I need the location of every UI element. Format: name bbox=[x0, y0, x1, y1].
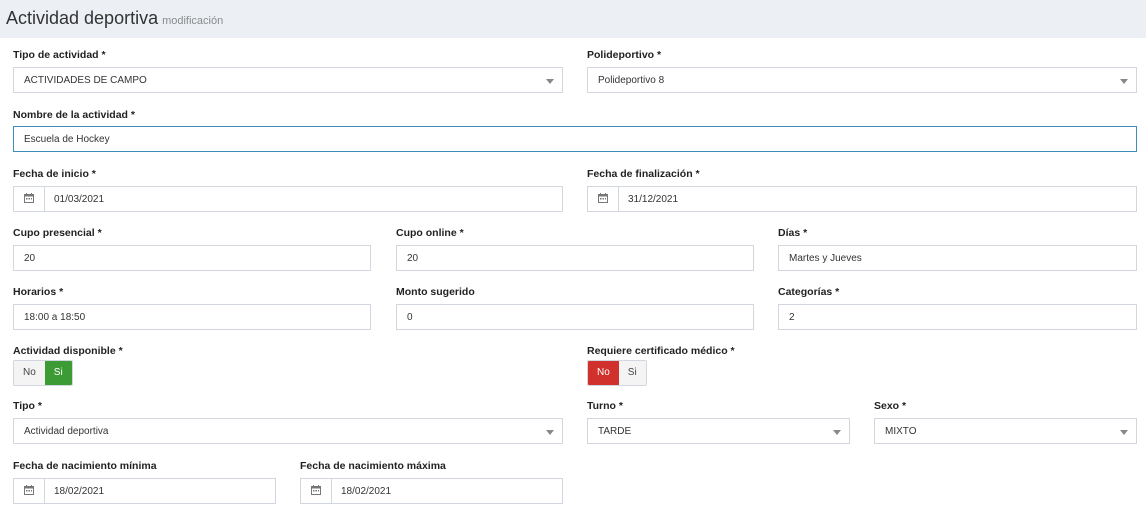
page-subtitle: modificación bbox=[162, 15, 224, 27]
monto-label: Monto sugerido bbox=[396, 286, 475, 298]
dias-input[interactable]: Martes y Jueves bbox=[778, 245, 1137, 271]
monto-value: 0 bbox=[407, 312, 413, 323]
page-title-text: Actividad deportiva bbox=[6, 8, 159, 28]
cupo-presencial-input[interactable]: 20 bbox=[13, 245, 371, 271]
tipo-actividad-select[interactable]: ACTIVIDADES DE CAMPO bbox=[13, 67, 563, 93]
polideportivo-select[interactable]: Polideportivo 8 bbox=[587, 67, 1137, 93]
nac-max-addon bbox=[301, 479, 332, 503]
certificado-label: Requiere certificado médico * bbox=[587, 345, 735, 357]
nac-max-value: 18/02/2021 bbox=[341, 486, 392, 497]
fecha-inicio-value: 01/03/2021 bbox=[54, 194, 105, 205]
nombre-input[interactable]: Escuela de Hockey bbox=[13, 126, 1137, 152]
fecha-fin-value: 31/12/2021 bbox=[628, 194, 679, 205]
disponible-toggle[interactable]: No Si bbox=[13, 360, 73, 386]
nac-min-input[interactable]: 18/02/2021 bbox=[13, 478, 276, 504]
disponible-si-button[interactable]: Si bbox=[44, 361, 72, 385]
categorias-input[interactable]: 2 bbox=[778, 304, 1137, 330]
cupo-presencial-value: 20 bbox=[24, 253, 36, 264]
chevron-down-icon bbox=[1120, 79, 1128, 84]
nac-min-value: 18/02/2021 bbox=[54, 486, 105, 497]
certificado-no-button[interactable]: No bbox=[588, 361, 619, 385]
horarios-input[interactable]: 18:00 a 18:50 bbox=[13, 304, 371, 330]
horarios-value: 18:00 a 18:50 bbox=[24, 312, 86, 323]
fecha-fin-input[interactable]: 31/12/2021 bbox=[587, 186, 1137, 212]
categorias-label: Categorías * bbox=[778, 286, 840, 298]
tipo-actividad-value: ACTIVIDADES DE CAMPO bbox=[24, 75, 147, 86]
categorias-value: 2 bbox=[789, 312, 795, 323]
nombre-value: Escuela de Hockey bbox=[24, 134, 110, 145]
fecha-inicio-addon bbox=[14, 187, 45, 211]
tipo-actividad-label: Tipo de actividad * bbox=[13, 49, 106, 61]
dias-label: Días * bbox=[778, 227, 808, 239]
calendar-icon bbox=[24, 193, 34, 203]
calendar-icon bbox=[24, 485, 34, 495]
polideportivo-label: Polideportivo * bbox=[587, 49, 662, 61]
fecha-fin-label: Fecha de finalización * bbox=[587, 168, 700, 180]
calendar-icon bbox=[598, 193, 608, 203]
fecha-fin-addon bbox=[588, 187, 619, 211]
turno-label: Turno * bbox=[587, 400, 623, 412]
turno-value: TARDE bbox=[598, 426, 632, 437]
nac-min-addon bbox=[14, 479, 45, 503]
chevron-down-icon bbox=[546, 430, 554, 435]
tipo-select[interactable]: Actividad deportiva bbox=[13, 418, 563, 444]
sexo-select[interactable]: MIXTO bbox=[874, 418, 1137, 444]
fecha-inicio-label: Fecha de inicio * bbox=[13, 168, 96, 180]
page-header: Actividad deportiva modificación bbox=[0, 0, 1146, 38]
fecha-inicio-input[interactable]: 01/03/2021 bbox=[13, 186, 563, 212]
form-panel: Tipo de actividad * ACTIVIDADES DE CAMPO… bbox=[0, 38, 1146, 514]
nombre-label: Nombre de la actividad * bbox=[13, 109, 135, 121]
cupo-online-input[interactable]: 20 bbox=[396, 245, 754, 271]
horarios-label: Horarios * bbox=[13, 286, 64, 298]
certificado-toggle[interactable]: No Si bbox=[587, 360, 647, 386]
sexo-value: MIXTO bbox=[885, 426, 917, 437]
sexo-label: Sexo * bbox=[874, 400, 907, 412]
calendar-icon bbox=[311, 485, 321, 495]
tipo-value: Actividad deportiva bbox=[24, 426, 109, 437]
disponible-label: Actividad disponible * bbox=[13, 345, 123, 357]
dias-value: Martes y Jueves bbox=[789, 253, 862, 264]
certificado-si-button[interactable]: Si bbox=[618, 361, 646, 385]
chevron-down-icon bbox=[833, 430, 841, 435]
nac-min-label: Fecha de nacimiento mínima bbox=[13, 460, 157, 472]
monto-input[interactable]: 0 bbox=[396, 304, 754, 330]
cupo-online-value: 20 bbox=[407, 253, 419, 264]
nac-max-label: Fecha de nacimiento máxima bbox=[300, 460, 446, 472]
page-title: Actividad deportiva modificación bbox=[6, 8, 223, 29]
tipo-label: Tipo * bbox=[13, 400, 42, 412]
polideportivo-value: Polideportivo 8 bbox=[598, 75, 665, 86]
chevron-down-icon bbox=[1120, 430, 1128, 435]
disponible-no-button[interactable]: No bbox=[14, 361, 45, 385]
nac-max-input[interactable]: 18/02/2021 bbox=[300, 478, 563, 504]
cupo-online-label: Cupo online * bbox=[396, 227, 464, 239]
chevron-down-icon bbox=[546, 79, 554, 84]
turno-select[interactable]: TARDE bbox=[587, 418, 850, 444]
cupo-presencial-label: Cupo presencial * bbox=[13, 227, 102, 239]
